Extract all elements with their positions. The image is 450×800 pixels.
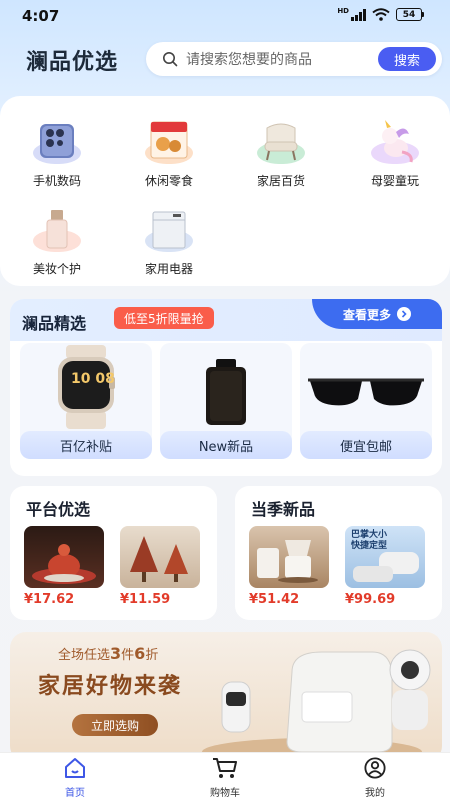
category-label: 手机数码	[32, 174, 81, 188]
category-appliances[interactable]: 家用电器	[124, 206, 214, 277]
product-card[interactable]: ¥17.62	[24, 526, 104, 607]
smartwatch-image: 10 08	[58, 345, 115, 429]
platform-picks-section: 平台优选 ¥17.62 ¥11.59	[10, 486, 217, 620]
bottom-tab-bar: 首页 购物车 我的	[0, 752, 450, 800]
see-more-label: 查看更多	[342, 307, 391, 322]
banner-title: 家居好物来袭	[38, 674, 183, 699]
category-label: 家用电器	[144, 262, 193, 276]
category-phones[interactable]: 手机数码	[12, 118, 102, 189]
shop-now-button[interactable]: 立即选购	[72, 714, 158, 736]
search-bar[interactable]: 请搜索您想要的商品 搜索	[146, 42, 442, 76]
section-title: 平台优选	[26, 500, 91, 519]
search-icon	[163, 52, 178, 67]
product-card[interactable]: ¥51.42	[249, 526, 329, 607]
category-snacks[interactable]: 休闲零食	[124, 118, 214, 189]
status-bar: 4:07 HD 54	[0, 0, 450, 32]
category-home[interactable]: 家居百货	[236, 118, 326, 189]
perfume-image	[206, 359, 246, 425]
brand-title: 澜品优选	[26, 50, 119, 75]
battery-icon: 54	[396, 8, 424, 21]
search-input[interactable]: 请搜索您想要的商品	[186, 49, 378, 69]
category-label: 休闲零食	[144, 174, 193, 188]
product-image	[249, 526, 329, 588]
cart-icon	[213, 758, 237, 778]
product-price: ¥51.42	[249, 592, 300, 607]
tab-label: 首页	[65, 788, 85, 799]
banner-product-image	[202, 649, 431, 762]
promo-badge: 低至5折限量抢	[114, 307, 214, 329]
search-button[interactable]: 搜索	[378, 47, 436, 71]
product-card[interactable]: 巴掌大小 快捷定型 ¥99.69	[345, 526, 425, 607]
product-image: 巴掌大小 快捷定型	[345, 526, 425, 588]
featured-tile-new[interactable]: New新品	[160, 343, 292, 459]
product-price: ¥11.59	[120, 592, 171, 607]
network-type-label: HD	[337, 7, 349, 15]
product-price: ¥99.69	[345, 592, 396, 607]
tab-home[interactable]: 首页	[35, 757, 115, 799]
category-grid: 手机数码 休闲零食 家居百货 母婴童玩 美妆个护 家用电器	[0, 96, 450, 286]
wifi-icon	[372, 8, 390, 21]
section-title: 当季新品	[251, 500, 316, 519]
user-icon	[364, 757, 386, 779]
snack-icon	[143, 118, 195, 166]
category-label: 母婴童玩	[370, 174, 419, 188]
category-beauty[interactable]: 美妆个护	[12, 206, 102, 277]
product-card[interactable]: ¥11.59	[120, 526, 200, 607]
category-label: 家居百货	[256, 174, 305, 188]
tab-label: 我的	[365, 788, 385, 799]
product-image	[120, 526, 200, 588]
sunglasses-image	[308, 378, 424, 406]
product-price: ¥17.62	[24, 592, 75, 607]
featured-tile-freeship[interactable]: 便宜包邮	[300, 343, 432, 459]
home-icon	[65, 758, 85, 778]
featured-tile-subsidy[interactable]: 10 08 百亿补贴	[20, 343, 152, 459]
tab-profile[interactable]: 我的	[335, 757, 415, 799]
tab-cart[interactable]: 购物车	[185, 757, 265, 799]
featured-header: 澜品精选 低至5折限量抢 查看更多	[10, 299, 442, 341]
phone-icon	[31, 118, 83, 166]
banner-subtitle: 全场任选3件6折	[58, 644, 159, 663]
see-more-button[interactable]: 查看更多	[312, 299, 442, 329]
unicorn-toy-icon	[369, 118, 421, 166]
cosmetic-icon	[31, 206, 83, 254]
product-image	[24, 526, 104, 588]
tile-label: 便宜包邮	[300, 431, 432, 459]
watch-face-text: 10 08	[71, 371, 115, 387]
seasonal-new-section: 当季新品 ¥51.42 巴掌大小 快捷定型 ¥99.69	[235, 486, 442, 620]
category-baby[interactable]: 母婴童玩	[350, 118, 440, 189]
status-icons: HD 54	[337, 8, 424, 21]
appliance-icon	[143, 206, 195, 254]
tile-label: New新品	[160, 431, 292, 459]
chevron-right-icon	[397, 307, 411, 321]
signal-icon	[351, 8, 366, 21]
tab-label: 购物车	[210, 788, 240, 799]
battery-level: 54	[396, 8, 422, 21]
category-label: 美妆个护	[32, 262, 81, 276]
featured-section: 澜品精选 低至5折限量抢 查看更多 10 08 百亿补贴 New新品 便宜包邮	[10, 299, 442, 476]
chair-icon	[255, 118, 307, 166]
home-goods-banner[interactable]: 全场任选3件6折 家居好物来袭 立即选购	[10, 632, 442, 762]
status-time: 4:07	[22, 7, 60, 25]
featured-title: 澜品精选	[22, 314, 87, 333]
tile-label: 百亿补贴	[20, 431, 152, 459]
